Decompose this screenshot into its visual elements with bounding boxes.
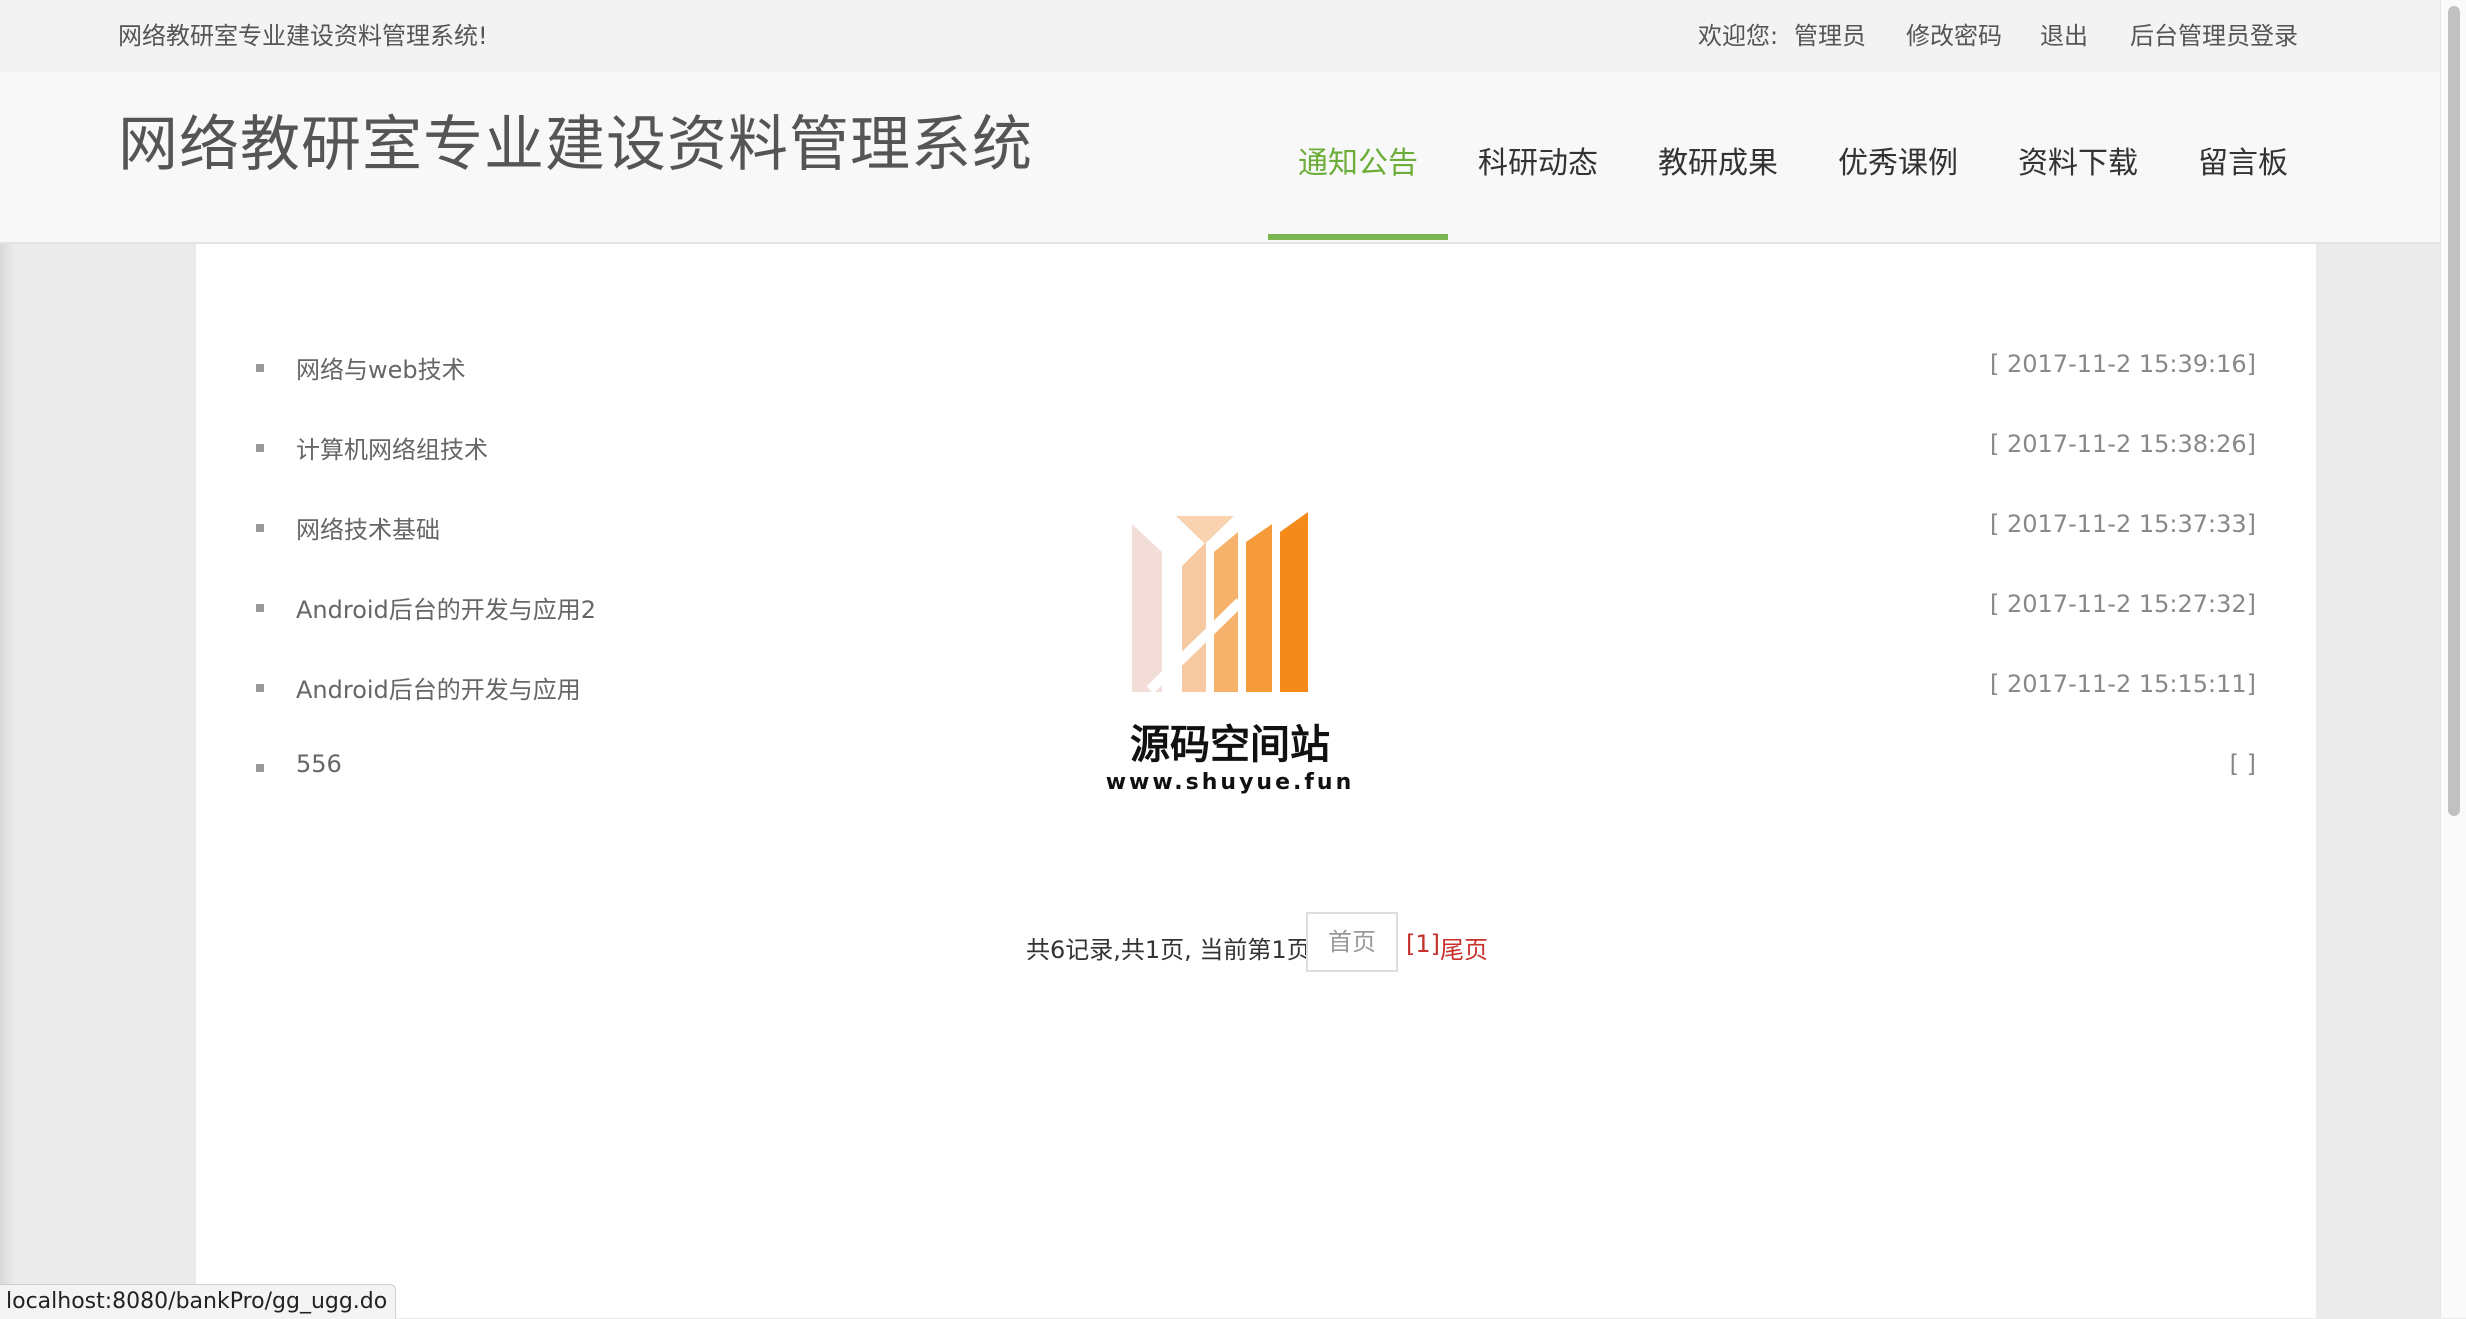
admin-login-link[interactable]: 后台管理员登录 (2130, 16, 2298, 51)
top-bar-site-name: 网络教研室专业建设资料管理系统! (118, 22, 488, 50)
notice-title-link[interactable]: 网络与web技术 (296, 350, 466, 385)
site-title: 网络教研室专业建设资料管理系统 (118, 110, 1033, 180)
top-bar: 网络教研室专业建设资料管理系统! 欢迎您: 管理员 修改密码 退出 后台管理员登… (0, 0, 2440, 72)
bullet-icon (256, 444, 264, 452)
nav-teaching-results[interactable]: 教研成果 (1658, 138, 1778, 182)
nav-message-board[interactable]: 留言板 (2198, 138, 2288, 182)
site-header: 网络教研室专业建设资料管理系统 通知公告 科研动态 教研成果 优秀课例 资料下载… (0, 72, 2440, 244)
current-user: 管理员 (1794, 22, 1866, 50)
notice-title-link[interactable]: 556 (296, 750, 342, 778)
notice-title-link[interactable]: 网络技术基础 (296, 510, 440, 545)
page-1-link[interactable]: [1] (1406, 930, 1440, 958)
last-page-link[interactable]: 尾页 (1440, 930, 1488, 965)
list-item: 网络与web技术 [ 2017-11-2 15:39:16] (256, 344, 2256, 424)
bullet-icon (256, 364, 264, 372)
notice-date: [ 2017-11-2 15:15:11] (1990, 670, 2256, 698)
watermark-url: www.shuyue.fun (1105, 770, 1355, 795)
bullet-icon (256, 684, 264, 692)
nav-excellent-lessons[interactable]: 优秀课例 (1838, 138, 1958, 182)
scrollbar-thumb[interactable] (2448, 6, 2460, 816)
pagination-summary: 共6记录,共1页, 当前第1页 (1026, 936, 1311, 964)
status-url-bar: localhost:8080/bankPro/gg_ugg.do (0, 1284, 397, 1319)
bullet-icon (256, 524, 264, 532)
notice-date: [ 2017-11-2 15:39:16] (1990, 350, 2256, 378)
welcome-label: 欢迎您: (1698, 22, 1779, 50)
active-nav-indicator (1268, 234, 1448, 240)
notice-date: [ 2017-11-2 15:27:32] (1990, 590, 2256, 618)
logout-link[interactable]: 退出 (2040, 16, 2088, 51)
notice-date: [ 2017-11-2 15:38:26] (1990, 430, 2256, 458)
nav-research-news[interactable]: 科研动态 (1478, 138, 1598, 182)
bullet-icon (256, 604, 264, 612)
notice-title-link[interactable]: Android后台的开发与应用 (296, 670, 581, 705)
watermark-name: 源码空间站 (1130, 722, 1330, 768)
notice-title-link[interactable]: Android后台的开发与应用2 (296, 590, 596, 625)
vertical-scrollbar[interactable] (2440, 0, 2466, 1318)
notice-title-link[interactable]: 计算机网络组技术 (296, 430, 488, 465)
notice-date: [ ] (2229, 750, 2256, 778)
first-page-button[interactable]: 首页 (1306, 912, 1398, 972)
notice-date: [ 2017-11-2 15:37:33] (1990, 510, 2256, 538)
nav-notices[interactable]: 通知公告 (1298, 138, 1418, 182)
change-password-link[interactable]: 修改密码 (1906, 16, 2002, 51)
nav-downloads[interactable]: 资料下载 (2018, 138, 2138, 182)
bullet-icon (256, 764, 264, 772)
list-item: 计算机网络组技术 [ 2017-11-2 15:38:26] (256, 424, 2256, 504)
